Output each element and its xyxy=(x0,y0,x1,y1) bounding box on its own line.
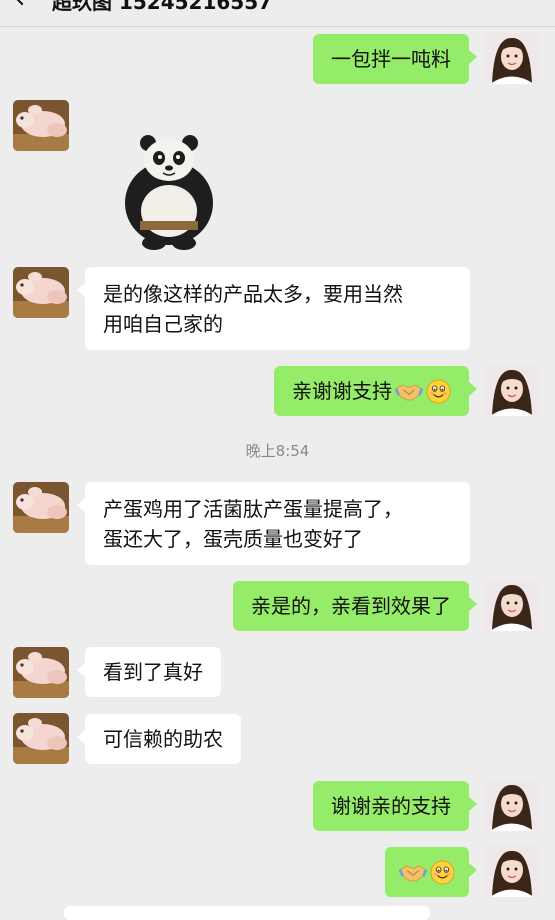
message-bubble[interactable]: 一包拌一吨料 xyxy=(313,34,477,84)
contact-avatar[interactable] xyxy=(13,647,69,698)
chat-header: 超玖图 15245216557 xyxy=(0,0,555,27)
message-bubble[interactable]: 看到了真好 xyxy=(77,647,221,697)
message-text: 一包拌一吨料 xyxy=(331,47,451,71)
smile-icon xyxy=(426,379,451,404)
my-avatar[interactable] xyxy=(484,365,540,416)
chat-title: 超玖图 15245216557 xyxy=(52,0,273,14)
smile-icon xyxy=(430,860,455,885)
message-text: 看到了真好 xyxy=(103,660,203,684)
timestamp: 晚上8:54 xyxy=(245,442,310,460)
message-bubble[interactable]: 可信赖的助农 xyxy=(77,714,241,764)
panda-sticker[interactable] xyxy=(118,133,220,251)
contact-avatar[interactable] xyxy=(13,100,69,151)
message-bubble[interactable]: 亲谢谢支持 xyxy=(274,366,477,416)
my-avatar[interactable] xyxy=(484,580,540,631)
message-bubble[interactable]: 产蛋鸡用了活菌肽产蛋量提高了， 蛋还大了，蛋壳质量也变好了 xyxy=(77,482,470,565)
message-text: 谢谢亲的支持 xyxy=(331,794,451,818)
my-avatar[interactable] xyxy=(484,33,540,84)
message-text: 亲是的，亲看到效果了 xyxy=(251,594,451,618)
message-input[interactable] xyxy=(64,906,430,920)
handshake-icon xyxy=(399,862,427,883)
my-avatar[interactable] xyxy=(484,846,540,897)
message-text: 可信赖的助农 xyxy=(103,727,223,751)
message-line: 产蛋鸡用了活菌肽产蛋量提高了， xyxy=(103,497,403,521)
message-line: 用咱自己家的 xyxy=(103,312,223,336)
message-bubble[interactable]: 谢谢亲的支持 xyxy=(313,781,477,831)
message-line: 蛋还大了，蛋壳质量也变好了 xyxy=(103,527,363,551)
message-bubble[interactable]: 是的像这样的产品太多，要用当然 用咱自己家的 xyxy=(77,267,470,350)
handshake-icon xyxy=(395,381,423,402)
message-text: 亲谢谢支持 xyxy=(292,379,392,403)
my-avatar[interactable] xyxy=(484,780,540,831)
message-line: 是的像这样的产品太多，要用当然 xyxy=(103,282,403,306)
chevron-left-icon[interactable] xyxy=(10,0,34,6)
message-bubble[interactable] xyxy=(385,847,477,897)
contact-avatar[interactable] xyxy=(13,482,69,533)
message-bubble[interactable]: 亲是的，亲看到效果了 xyxy=(233,581,477,631)
contact-avatar[interactable] xyxy=(13,713,69,764)
contact-avatar[interactable] xyxy=(13,267,69,318)
